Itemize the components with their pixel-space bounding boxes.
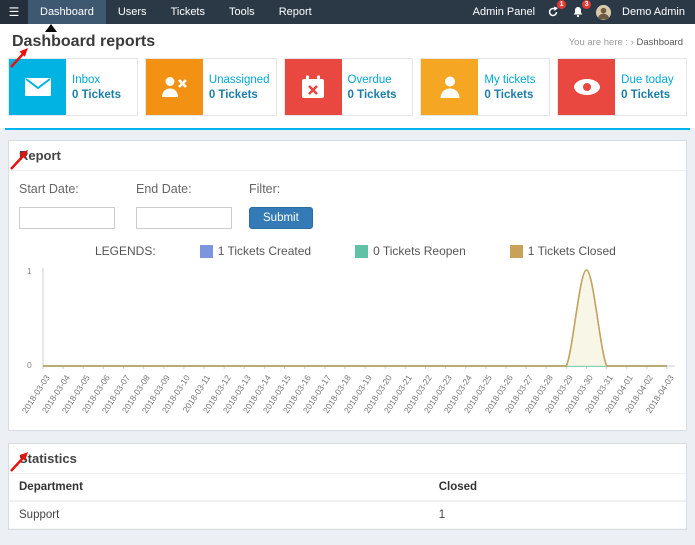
avatar[interactable] xyxy=(596,4,612,20)
top-section: Dashboard reports You are here : › Dashb… xyxy=(0,24,695,128)
refresh-badge: 1 xyxy=(557,0,567,9)
statistics-panel-title: Statistics xyxy=(9,444,686,474)
stat-count: 0 Tickets xyxy=(208,88,258,101)
user-x-icon xyxy=(145,59,203,115)
bell-icon-glyph xyxy=(573,7,583,18)
start-date-input[interactable] xyxy=(19,207,115,229)
legend-label: 0 Tickets Reopen xyxy=(373,244,466,258)
stat-label: Unassigned xyxy=(208,73,270,86)
nav-tab-report[interactable]: Report xyxy=(267,0,324,24)
x-axis-labels: 2018-03-03 2018-03-04 2018-03-05 2018-03-06… xyxy=(19,266,681,430)
annotation-caret xyxy=(45,24,57,32)
end-date-label: End Date: xyxy=(136,182,192,196)
table-header-cell: Closed xyxy=(428,474,686,502)
user-icon xyxy=(421,59,479,115)
submit-button[interactable]: Submit xyxy=(249,207,313,229)
breadcrumb-separator: › xyxy=(630,36,634,48)
table-row: Support 1 xyxy=(9,501,686,529)
report-panel: Report Start Date: End Date: Filter: Sub… xyxy=(8,140,687,431)
calendar-x-icon xyxy=(284,59,342,115)
section-divider xyxy=(5,128,690,130)
filter-label: Filter: xyxy=(249,182,281,196)
stat-count: 0 Tickets xyxy=(484,88,534,101)
nav-tab-label: Report xyxy=(278,6,312,18)
annotation-arrow-statistics xyxy=(10,452,28,472)
stat-label: My tickets xyxy=(484,73,536,86)
nav-tab-label: Tools xyxy=(229,6,255,18)
avatar-icon xyxy=(596,4,612,20)
stat-count: 0 Tickets xyxy=(72,88,122,101)
table-header-cell: Department xyxy=(9,474,429,502)
breadcrumb-current[interactable]: Dashboard xyxy=(637,37,683,48)
legend-swatch-reopen xyxy=(355,244,369,258)
refresh-icon[interactable]: 1 xyxy=(546,0,567,19)
stat-box-my-tickets[interactable]: My tickets 0 Tickets xyxy=(420,58,551,116)
nav-tab-label: Dashboard xyxy=(40,6,94,18)
legend-label: 1 Tickets Closed xyxy=(527,244,616,258)
stat-box-overdue[interactable]: Overdue 0 Tickets xyxy=(283,58,414,116)
user-name[interactable]: Demo Admin xyxy=(622,6,685,18)
stat-count: 0 Tickets xyxy=(347,88,397,101)
bell-icon[interactable]: 3 xyxy=(571,0,592,19)
page-header: Dashboard reports You are here : › Dashb… xyxy=(0,24,695,58)
stat-count: 0 Tickets xyxy=(621,88,671,101)
report-panel-title: Report xyxy=(9,141,686,171)
y-axis-label-min: 0 xyxy=(27,360,32,370)
y-axis-label-max: 1 xyxy=(27,266,32,276)
chart-legend: LEGENDS: 1 Tickets Created 0 Tickets Reo… xyxy=(95,244,686,258)
nav-tab-tools[interactable]: Tools xyxy=(217,0,267,24)
hamburger-menu-icon[interactable]: ☰ xyxy=(0,0,28,24)
main-menu: Dashboard Users Tickets Tools Report xyxy=(28,0,324,24)
admin-panel-link[interactable]: Admin Panel xyxy=(473,6,535,18)
eye-icon xyxy=(558,59,616,115)
nav-tab-label: Users xyxy=(117,6,147,18)
nav-tab-label: Tickets xyxy=(170,6,205,18)
stat-label: Inbox xyxy=(72,73,101,86)
breadcrumb: You are here : › Dashboard xyxy=(569,37,683,48)
legend-item-created: 1 Tickets Created xyxy=(199,244,312,258)
stat-label: Due today xyxy=(621,73,674,86)
stat-box-unassigned[interactable]: Unassigned 0 Tickets xyxy=(144,58,277,116)
annotation-arrow-report xyxy=(10,150,28,170)
start-date-label: Start Date: xyxy=(19,182,79,196)
nav-tab-users[interactable]: Users xyxy=(106,0,159,24)
stat-boxes-row: Inbox 0 Tickets Unassigned 0 Tickets Ove… xyxy=(8,58,687,116)
breadcrumb-prefix: You are here : xyxy=(568,36,629,48)
report-filter-form: Start Date: End Date: Filter: Submit xyxy=(9,171,686,229)
tickets-chart: 1 0 2018-03-03 2018-03-04 2018-03-05 2018-0… xyxy=(19,266,676,430)
stat-label: Overdue xyxy=(347,73,392,86)
page-title: Dashboard reports xyxy=(12,33,156,50)
statistics-panel: Statistics Department Closed Support 1 xyxy=(8,443,687,530)
statistics-table: Department Closed Support 1 xyxy=(9,474,686,529)
legend-label: 1 Tickets Created xyxy=(217,244,312,258)
stat-box-due-today[interactable]: Due today 0 Tickets xyxy=(557,58,687,116)
table-header-row: Department Closed xyxy=(9,474,686,502)
navbar-right: Admin Panel 1 3 Demo Admin xyxy=(473,0,695,24)
table-cell: Support xyxy=(9,501,429,529)
legend-title: LEGENDS: xyxy=(95,244,156,258)
nav-tab-tickets[interactable]: Tickets xyxy=(159,0,217,24)
end-date-input[interactable] xyxy=(136,207,232,229)
legend-swatch-closed xyxy=(509,244,523,258)
legend-item-reopen: 0 Tickets Reopen xyxy=(355,244,466,258)
table-cell: 1 xyxy=(428,501,686,529)
notification-badge: 3 xyxy=(582,0,592,9)
legend-item-closed: 1 Tickets Closed xyxy=(509,244,616,258)
top-navbar: ☰ Dashboard Users Tickets Tools Report A… xyxy=(0,0,695,24)
nav-tab-dashboard[interactable]: Dashboard xyxy=(28,0,106,24)
refresh-icon-glyph xyxy=(548,6,559,17)
annotation-arrow-title xyxy=(10,48,28,68)
legend-swatch-created xyxy=(199,244,213,258)
